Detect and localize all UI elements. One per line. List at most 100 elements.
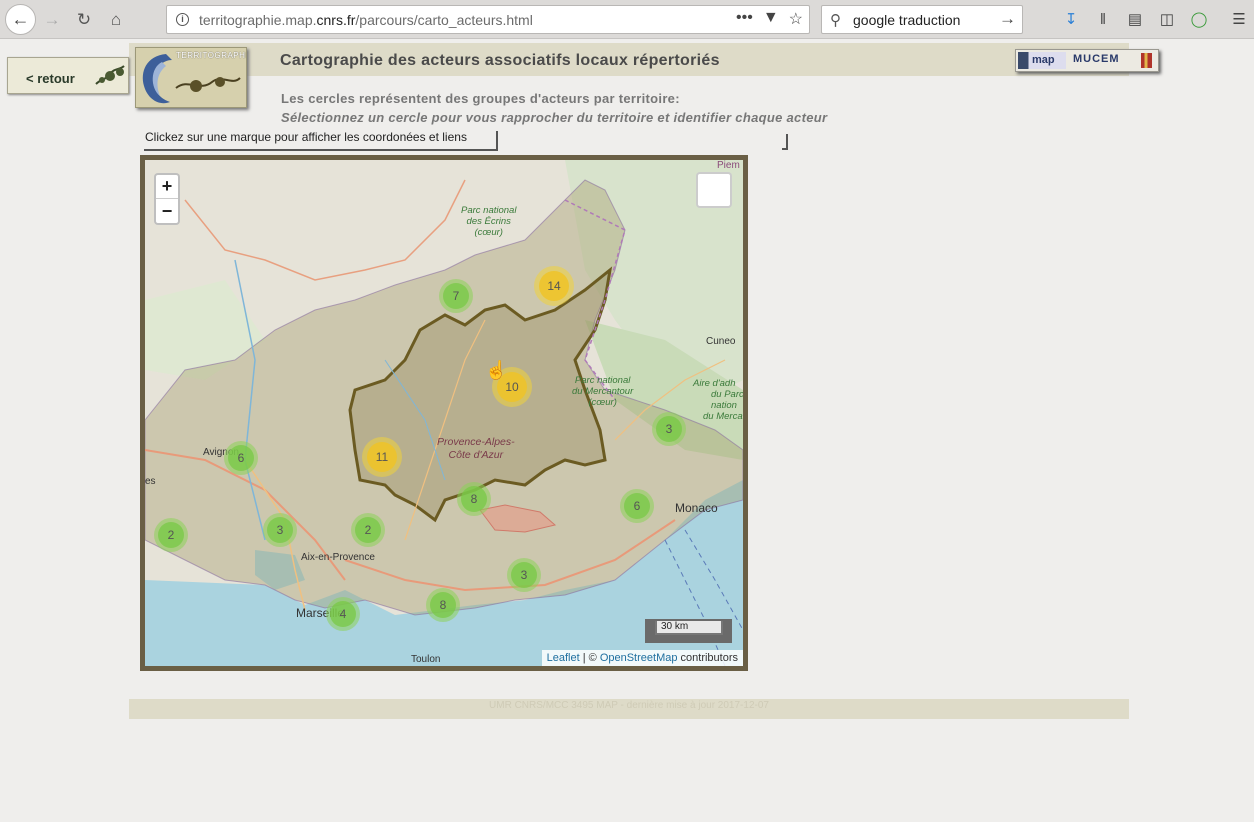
- map-label-aire-line3: nation: [711, 400, 737, 411]
- map-label-ecrins: Parc national des Écrins (cœur): [461, 205, 516, 238]
- cluster-count: 3: [511, 562, 537, 588]
- mucem-logo[interactable]: MUCEM: [1073, 53, 1120, 65]
- map-label-ecrins-line1: Parc national: [461, 205, 517, 216]
- cluster-count: 4: [330, 601, 356, 627]
- cluster-count: 14: [539, 271, 569, 301]
- home-icon[interactable]: ⌂: [102, 6, 130, 34]
- map-frame: Piem Cuneo Avignon es Aix-en-Provence Ma…: [140, 155, 748, 671]
- subtitle-line-2: Sélectionnez un cercle pour vous rapproc…: [281, 110, 828, 125]
- back-link-label[interactable]: < retour: [26, 71, 75, 86]
- layer-control-button[interactable]: [696, 172, 732, 208]
- map-label-mercantour-line2: du Mercantour: [572, 386, 634, 397]
- zoom-control: + −: [154, 173, 180, 225]
- map-label-ecrins-line3: (cœur): [474, 227, 503, 238]
- url-domain: cnrs.fr: [316, 12, 356, 28]
- info-icon[interactable]: i: [176, 13, 189, 26]
- url-prefix: territographie.map.: [199, 12, 317, 28]
- url-path: /parcours/carto_acteurs.html: [355, 12, 533, 28]
- cluster-marker[interactable]: 6: [620, 489, 654, 523]
- cluster-marker[interactable]: 11: [362, 437, 402, 477]
- territographie-logo[interactable]: TERRITOGRAPHIE: [135, 47, 247, 108]
- map-label-piem: Piem: [717, 160, 740, 171]
- map-label-mercantour-line1: Parc national: [574, 375, 631, 386]
- map-label-mercantour: Parc national du Mercantour (cœur): [572, 375, 633, 408]
- map-canvas[interactable]: Piem Cuneo Avignon es Aix-en-Provence Ma…: [145, 160, 743, 666]
- marker-info-box: Clickez sur une marque pour afficher les…: [144, 131, 498, 151]
- reload-icon[interactable]: ↻: [70, 6, 98, 34]
- ministry-logo[interactable]: [1141, 53, 1152, 68]
- map-label-ecrins-line2: des Écrins: [466, 216, 511, 227]
- cluster-marker[interactable]: 2: [154, 518, 188, 552]
- cluster-marker[interactable]: 7: [439, 279, 473, 313]
- cluster-count: 8: [461, 486, 487, 512]
- subtitle-line-1: Les cercles représentent des groupes d'a…: [281, 91, 680, 106]
- map-label-es: es: [145, 476, 156, 487]
- map-label-aire-line2: du Parc: [711, 389, 743, 400]
- menu-icon[interactable]: ☰: [1228, 8, 1250, 30]
- partner-logos: map MUCEM: [1015, 49, 1159, 72]
- cluster-marker[interactable]: 8: [426, 588, 460, 622]
- zoom-out-button[interactable]: −: [156, 199, 178, 223]
- tree-decoration-icon: [95, 65, 125, 85]
- library-icon[interactable]: ‖: [1092, 8, 1114, 30]
- cluster-count: 3: [656, 416, 682, 442]
- cluster-count: 8: [430, 592, 456, 618]
- cluster-marker[interactable]: 3: [652, 412, 686, 446]
- map-label-toulon: Toulon: [411, 654, 441, 665]
- scale-label: 30 km: [655, 621, 723, 635]
- map-label-aire-adhesion: Aire d'adh du Parc nation du Merca: [693, 378, 743, 422]
- hand-cursor-icon: ☝: [485, 360, 508, 380]
- url-text[interactable]: territographie.map.cnrs.fr/parcours/cart…: [199, 12, 533, 28]
- sync-icon[interactable]: ◯: [1188, 8, 1210, 30]
- search-input[interactable]: google traduction: [853, 12, 960, 28]
- cluster-marker[interactable]: 8: [457, 482, 491, 516]
- osm-link[interactable]: OpenStreetMap: [600, 652, 678, 664]
- map-logo[interactable]: map: [1018, 52, 1066, 69]
- back-link[interactable]: < retour: [7, 57, 129, 94]
- map-label-region: Provence-Alpes- Côte d'Azur: [437, 436, 515, 462]
- map-label-cuneo: Cuneo: [706, 336, 736, 347]
- cluster-marker[interactable]: 3: [507, 558, 541, 592]
- reader-icon[interactable]: ▤: [1124, 8, 1146, 30]
- cluster-marker[interactable]: 6: [224, 441, 258, 475]
- info-box-end: [782, 134, 788, 150]
- zoom-in-button[interactable]: +: [156, 175, 178, 199]
- logo-text: TERRITOGRAPHIE: [176, 51, 247, 60]
- scale-bar: 30 km: [645, 619, 732, 643]
- cluster-count: 11: [367, 442, 397, 472]
- page-footer: UMR CNRS/MCC 3495 MAP - dernière mise à …: [129, 699, 1129, 719]
- attribution-separator: | ©: [579, 652, 600, 664]
- cluster-marker[interactable]: 4: [326, 597, 360, 631]
- bookmark-star-icon[interactable]: ☆: [789, 9, 803, 29]
- cluster-marker[interactable]: 3: [263, 513, 297, 547]
- leaflet-link[interactable]: Leaflet: [547, 652, 580, 664]
- page-title: Cartographie des acteurs associatifs loc…: [280, 52, 720, 69]
- cluster-count: 2: [158, 522, 184, 548]
- browser-toolbar: ← → ↻ ⌂ i territographie.map.cnrs.fr/par…: [0, 0, 1254, 39]
- search-bar[interactable]: ⚲ google traduction →: [821, 5, 1023, 34]
- map-label-aire-line4: du Merca: [703, 411, 743, 422]
- pocket-icon[interactable]: ▼: [763, 9, 779, 29]
- download-icon[interactable]: ↧: [1060, 8, 1082, 30]
- cluster-marker[interactable]: 14: [534, 266, 574, 306]
- cluster-count: 2: [355, 517, 381, 543]
- cluster-marker[interactable]: 2: [351, 513, 385, 547]
- map-attribution: Leaflet | © OpenStreetMap contributors: [541, 650, 743, 666]
- sidebar-icon[interactable]: ◫: [1156, 8, 1178, 30]
- cluster-count: 3: [267, 517, 293, 543]
- url-bar[interactable]: i territographie.map.cnrs.fr/parcours/ca…: [166, 5, 810, 34]
- search-go-arrow-icon[interactable]: →: [999, 9, 1016, 29]
- map-label-mercantour-line3: (cœur): [588, 397, 617, 408]
- cluster-count: 6: [624, 493, 650, 519]
- map-label-aire-line1: Aire d'adh: [693, 378, 736, 389]
- cluster-count: 7: [443, 283, 469, 309]
- forward-arrow-icon[interactable]: →: [38, 6, 66, 34]
- attribution-tail: contributors: [677, 652, 738, 664]
- more-actions-icon[interactable]: •••: [736, 9, 753, 29]
- cluster-count: 6: [228, 445, 254, 471]
- map-label-region-line1: Provence-Alpes-: [437, 436, 515, 448]
- search-icon: ⚲: [830, 12, 841, 29]
- back-arrow-icon[interactable]: ←: [5, 4, 36, 35]
- map-label-monaco: Monaco: [675, 501, 718, 515]
- map-label-region-line2: Côte d'Azur: [448, 449, 504, 461]
